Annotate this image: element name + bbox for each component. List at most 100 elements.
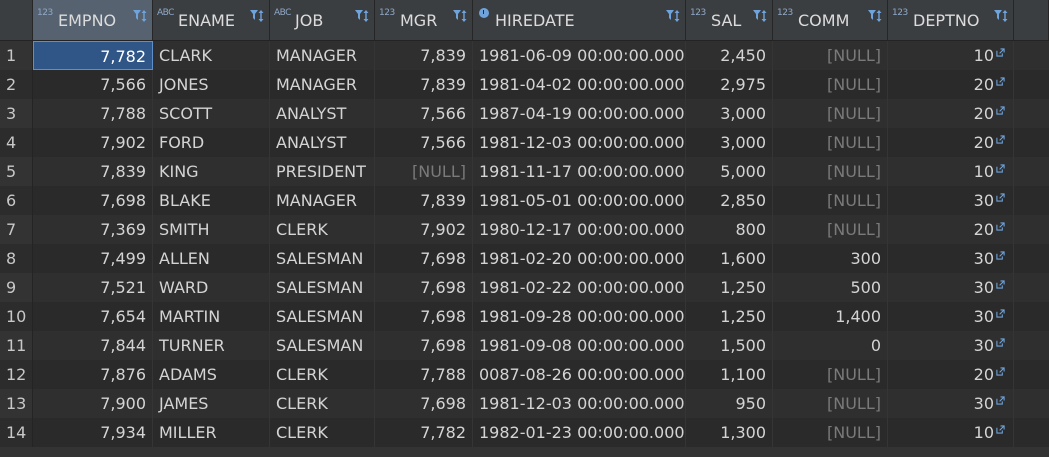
column-header-comm[interactable]: 123 COMM xyxy=(773,0,888,40)
cell-deptno[interactable]: 30 xyxy=(888,273,1014,302)
cell-deptno[interactable]: 30 xyxy=(888,302,1014,331)
cell-empno[interactable]: 7,782 xyxy=(33,41,153,70)
cell-hiredate[interactable]: 1981-11-17 00:00:00.000 xyxy=(473,157,686,186)
row-number[interactable]: 6 xyxy=(0,186,33,215)
cell-deptno[interactable]: 20 xyxy=(888,215,1014,244)
cell-mgr[interactable]: 7,902 xyxy=(375,215,473,244)
column-header-hiredate[interactable]: HIREDATE xyxy=(473,0,686,40)
cell-mgr[interactable]: [NULL] xyxy=(375,157,473,186)
sort-filter-icon[interactable] xyxy=(249,8,265,24)
cell-mgr[interactable]: 7,839 xyxy=(375,70,473,99)
cell-empno[interactable]: 7,499 xyxy=(33,244,153,273)
cell-hiredate[interactable]: 1987-04-19 00:00:00.000 xyxy=(473,99,686,128)
row-number[interactable]: 11 xyxy=(0,331,33,360)
cell-empno[interactable]: 7,788 xyxy=(33,99,153,128)
cell-hiredate[interactable]: 1981-12-03 00:00:00.000 xyxy=(473,128,686,157)
cell-mgr[interactable]: 7,839 xyxy=(375,186,473,215)
row-number[interactable]: 7 xyxy=(0,215,33,244)
cell-comm[interactable]: 1,400 xyxy=(773,302,888,331)
column-header-mgr[interactable]: 123 MGR xyxy=(375,0,473,40)
cell-sal[interactable]: 3,000 xyxy=(686,99,773,128)
cell-comm[interactable]: [NULL] xyxy=(773,360,888,389)
cell-deptno[interactable]: 10 xyxy=(888,41,1014,70)
cell-mgr[interactable]: 7,566 xyxy=(375,128,473,157)
cell-comm[interactable]: [NULL] xyxy=(773,157,888,186)
table-row[interactable]: 7,521 WARD SALESMAN 7,698 1981-02-22 00:00:0… xyxy=(33,273,1049,302)
cell-empno[interactable]: 7,566 xyxy=(33,70,153,99)
foreign-key-link-icon[interactable] xyxy=(996,164,1005,173)
sort-filter-icon[interactable] xyxy=(752,8,768,24)
cell-deptno[interactable]: 30 xyxy=(888,331,1014,360)
cell-sal[interactable]: 1,300 xyxy=(686,418,773,447)
cell-hiredate[interactable]: 1982-01-23 00:00:00.000 xyxy=(473,418,686,447)
corner-cell[interactable] xyxy=(0,0,33,40)
cell-deptno[interactable]: 10 xyxy=(888,418,1014,447)
cell-sal[interactable]: 2,450 xyxy=(686,41,773,70)
cell-ename[interactable]: JAMES xyxy=(153,389,270,418)
cell-empno[interactable]: 7,876 xyxy=(33,360,153,389)
cell-comm[interactable]: 500 xyxy=(773,273,888,302)
cell-empno[interactable]: 7,521 xyxy=(33,273,153,302)
cell-mgr[interactable]: 7,698 xyxy=(375,331,473,360)
cell-empno[interactable]: 7,839 xyxy=(33,157,153,186)
cell-ename[interactable]: TURNER xyxy=(153,331,270,360)
table-row[interactable]: 7,369 SMITH CLERK 7,902 1980-12-17 00:00:00.… xyxy=(33,215,1049,244)
foreign-key-link-icon[interactable] xyxy=(996,280,1005,289)
cell-deptno[interactable]: 30 xyxy=(888,244,1014,273)
cell-job[interactable]: ANALYST xyxy=(270,128,375,157)
row-number[interactable]: 14 xyxy=(0,418,33,447)
foreign-key-link-icon[interactable] xyxy=(996,251,1005,260)
foreign-key-link-icon[interactable] xyxy=(996,48,1005,57)
sort-filter-icon[interactable] xyxy=(132,8,148,24)
row-number[interactable]: 3 xyxy=(0,99,33,128)
cell-sal[interactable]: 800 xyxy=(686,215,773,244)
cell-hiredate[interactable]: 1981-06-09 00:00:00.000 xyxy=(473,41,686,70)
cell-ename[interactable]: SMITH xyxy=(153,215,270,244)
cell-hiredate[interactable]: 1981-09-08 00:00:00.000 xyxy=(473,331,686,360)
column-header-job[interactable]: ABC JOB xyxy=(270,0,375,40)
row-number[interactable]: 9 xyxy=(0,273,33,302)
cell-mgr[interactable]: 7,839 xyxy=(375,41,473,70)
cell-mgr[interactable]: 7,698 xyxy=(375,273,473,302)
cell-mgr[interactable]: 7,788 xyxy=(375,360,473,389)
cell-deptno[interactable]: 30 xyxy=(888,186,1014,215)
cell-deptno[interactable]: 20 xyxy=(888,99,1014,128)
row-number[interactable]: 1 xyxy=(0,41,33,70)
cell-deptno[interactable]: 10 xyxy=(888,157,1014,186)
cell-job[interactable]: SALESMAN xyxy=(270,244,375,273)
cell-comm[interactable]: [NULL] xyxy=(773,418,888,447)
cell-job[interactable]: SALESMAN xyxy=(270,331,375,360)
cell-mgr[interactable]: 7,698 xyxy=(375,244,473,273)
cell-empno[interactable]: 7,654 xyxy=(33,302,153,331)
table-row[interactable]: 7,902 FORD ANALYST 7,566 1981-12-03 00:00:00… xyxy=(33,128,1049,157)
cell-comm[interactable]: [NULL] xyxy=(773,99,888,128)
cell-job[interactable]: SALESMAN xyxy=(270,273,375,302)
table-row[interactable]: 7,876 ADAMS CLERK 7,788 0087-08-26 00:00:00.… xyxy=(33,360,1049,389)
row-number[interactable]: 2 xyxy=(0,70,33,99)
table-row[interactable]: 7,844 TURNER SALESMAN 7,698 1981-09-08 00:00… xyxy=(33,331,1049,360)
cell-empno[interactable]: 7,900 xyxy=(33,389,153,418)
cell-deptno[interactable]: 20 xyxy=(888,360,1014,389)
row-number[interactable]: 13 xyxy=(0,389,33,418)
cell-empno[interactable]: 7,844 xyxy=(33,331,153,360)
sort-filter-icon[interactable] xyxy=(665,8,681,24)
cell-hiredate[interactable]: 1981-02-20 00:00:00.000 xyxy=(473,244,686,273)
cell-deptno[interactable]: 20 xyxy=(888,70,1014,99)
cell-job[interactable]: CLERK xyxy=(270,215,375,244)
cell-sal[interactable]: 950 xyxy=(686,389,773,418)
row-number[interactable]: 12 xyxy=(0,360,33,389)
column-header-sal[interactable]: 123 SAL xyxy=(686,0,773,40)
cell-job[interactable]: MANAGER xyxy=(270,70,375,99)
table-row[interactable]: 7,499 ALLEN SALESMAN 7,698 1981-02-20 00:00:… xyxy=(33,244,1049,273)
foreign-key-link-icon[interactable] xyxy=(996,222,1005,231)
cell-sal[interactable]: 1,100 xyxy=(686,360,773,389)
cell-mgr[interactable]: 7,566 xyxy=(375,99,473,128)
cell-ename[interactable]: SCOTT xyxy=(153,99,270,128)
cell-comm[interactable]: [NULL] xyxy=(773,186,888,215)
cell-mgr[interactable]: 7,698 xyxy=(375,389,473,418)
cell-hiredate[interactable]: 1981-05-01 00:00:00.000 xyxy=(473,186,686,215)
cell-sal[interactable]: 1,600 xyxy=(686,244,773,273)
cell-comm[interactable]: [NULL] xyxy=(773,41,888,70)
row-number[interactable]: 8 xyxy=(0,244,33,273)
cell-deptno[interactable]: 30 xyxy=(888,389,1014,418)
